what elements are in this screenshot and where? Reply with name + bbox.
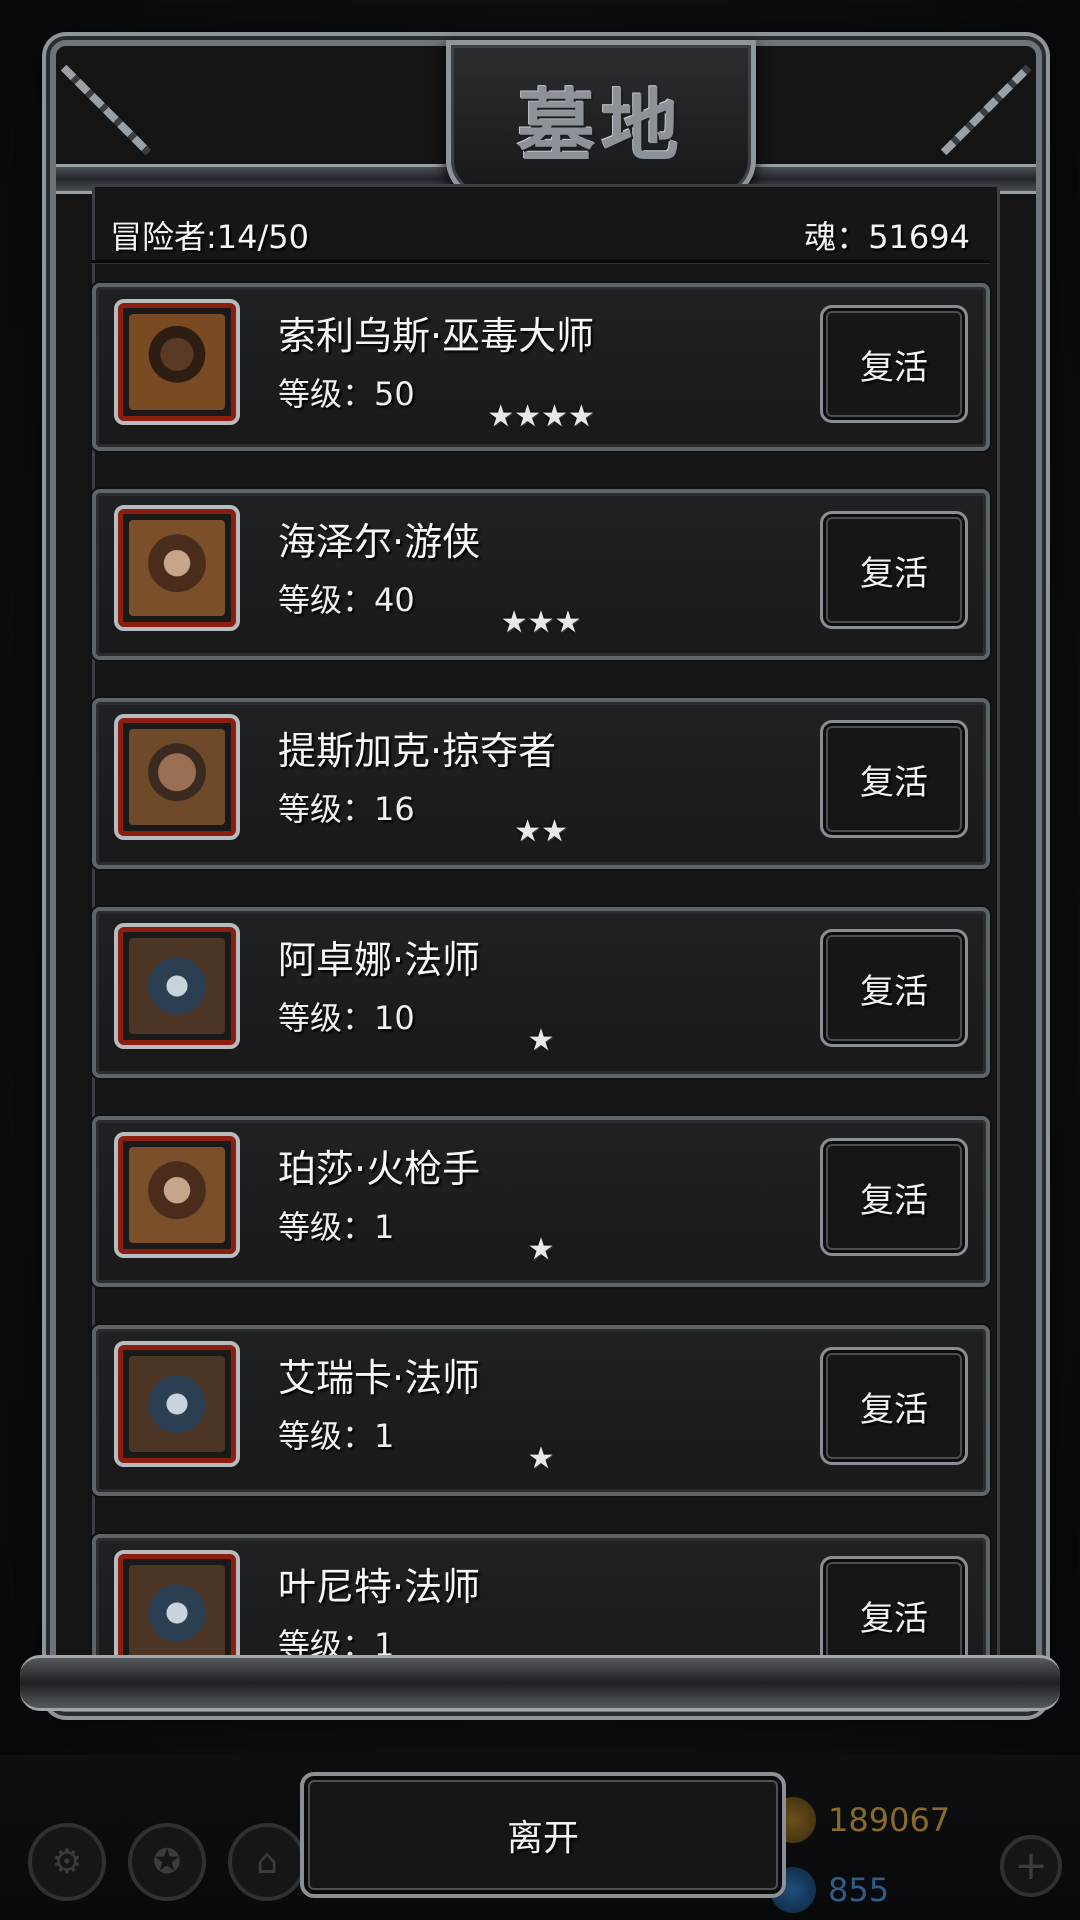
portrait-image: [129, 520, 225, 616]
hero-name: 珀莎·火枪手: [278, 1147, 481, 1191]
revive-button[interactable]: 复活: [820, 305, 968, 423]
hero-level: 等级：10: [278, 999, 415, 1037]
settings-icon[interactable]: ⚙: [28, 1823, 106, 1901]
portrait-image: [129, 729, 225, 825]
add-icon[interactable]: +: [1000, 1835, 1062, 1897]
hero-name: 提斯加克·掠夺者: [278, 729, 557, 773]
revive-button[interactable]: 复活: [820, 1138, 968, 1256]
revive-button[interactable]: 复活: [820, 511, 968, 629]
portrait-image: [129, 1565, 225, 1661]
chain-decoration: [940, 64, 1032, 156]
hero-row: ★ 艾瑞卡·法师 等级：1 复活: [92, 1325, 990, 1496]
gold-amount: 189067: [828, 1801, 951, 1839]
bottom-ornament: [20, 1655, 1060, 1711]
portrait-image: [129, 1356, 225, 1452]
revive-button[interactable]: 复活: [820, 929, 968, 1047]
hero-level: 等级：16: [278, 790, 415, 828]
hero-name: 海泽尔·游侠: [278, 520, 481, 564]
hero-row: ★★★ 海泽尔·游侠 等级：40 复活: [92, 489, 990, 660]
gold-display: 189067: [770, 1795, 950, 1845]
hero-level: 等级：1: [278, 1208, 395, 1246]
divider: [90, 260, 990, 264]
hero-list: ★★★★ 索利乌斯·巫毒大师 等级：50 复活 ★★★ 海泽尔·游侠 等级：40…: [92, 283, 990, 1743]
title-plaque: 墓地: [446, 40, 756, 200]
hero-name: 索利乌斯·巫毒大师: [278, 314, 595, 358]
hero-name: 叶尼特·法师: [278, 1565, 481, 1609]
hero-name: 阿卓娜·法师: [278, 938, 481, 982]
portrait-image: [129, 938, 225, 1034]
portrait-image: [129, 314, 225, 410]
hero-row: ★ 阿卓娜·法师 等级：10 复活: [92, 907, 990, 1078]
hero-level: 等级：40: [278, 581, 415, 619]
revive-button[interactable]: 复活: [820, 1347, 968, 1465]
gem-display: 855: [770, 1865, 889, 1915]
dialog-title: 墓地: [516, 81, 685, 172]
gem-amount: 855: [828, 1871, 890, 1909]
hero-level: 等级：1: [278, 1417, 395, 1455]
hero-row: ★ 珀莎·火枪手 等级：1 复活: [92, 1116, 990, 1287]
achievement-icon[interactable]: ✪: [128, 1823, 206, 1901]
hero-row: ★★★★ 索利乌斯·巫毒大师 等级：50 复活: [92, 283, 990, 451]
hero-row: ★★ 提斯加克·掠夺者 等级：16 复活: [92, 698, 990, 869]
hero-level: 等级：50: [278, 375, 415, 413]
exit-button[interactable]: 离开: [300, 1772, 786, 1898]
chain-decoration: [60, 64, 152, 156]
hero-name: 艾瑞卡·法师: [278, 1356, 481, 1400]
portrait-image: [129, 1147, 225, 1243]
shop-icon[interactable]: ⌂: [228, 1823, 306, 1901]
soul-count: 魂：51694: [804, 218, 970, 256]
adventurer-count: 冒险者:14/50: [110, 218, 310, 256]
revive-button[interactable]: 复活: [820, 720, 968, 838]
header-info: 冒险者:14/50 魂：51694: [110, 205, 970, 265]
